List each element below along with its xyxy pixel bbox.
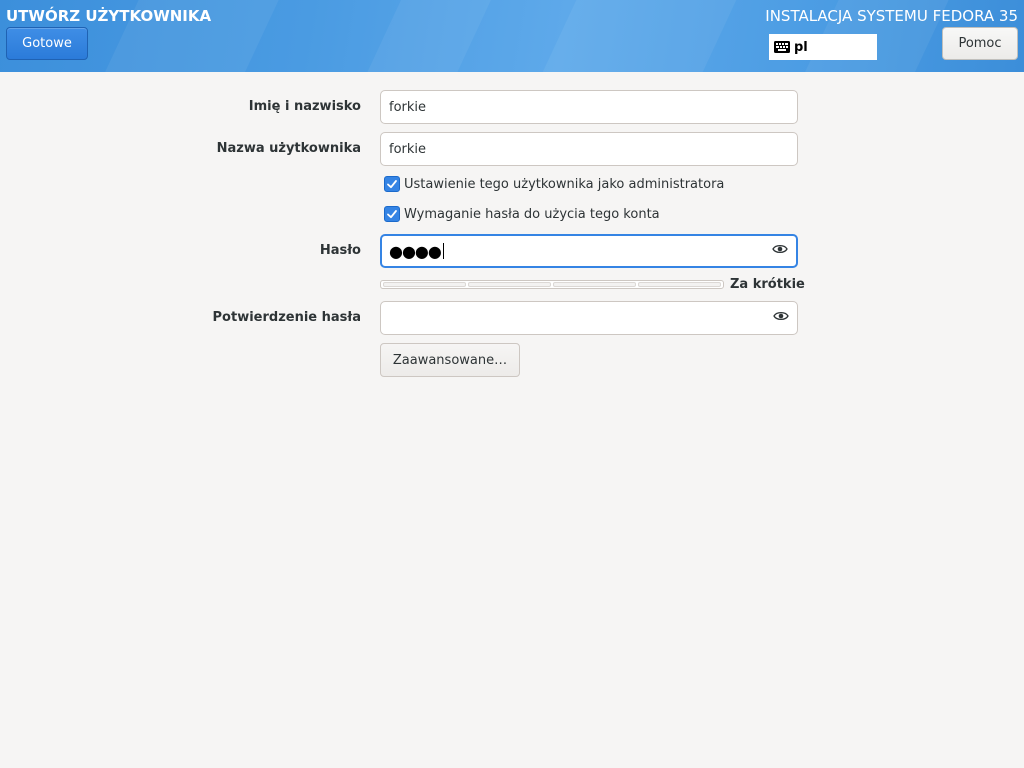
fullname-label: Imię i nazwisko: [248, 99, 361, 114]
require-password-label: Wymaganie hasła do użycia tego konta: [404, 206, 660, 222]
keyboard-layout-label: pl: [794, 39, 808, 55]
fullname-value: forkie: [389, 99, 427, 115]
advanced-button[interactable]: Zaawansowane…: [380, 343, 520, 377]
confirm-password-label: Potwierdzenie hasła: [212, 310, 361, 325]
admin-checkbox[interactable]: [384, 176, 400, 192]
eye-icon[interactable]: [772, 243, 788, 259]
text-cursor: [442, 243, 444, 259]
strength-segment: [383, 282, 466, 287]
spoke-title: UTWÓRZ UŻYTKOWNIKA: [6, 7, 212, 25]
username-input[interactable]: forkie: [380, 132, 798, 166]
admin-checkbox-label: Ustawienie tego użytkownika jako adminis…: [404, 176, 725, 192]
done-button[interactable]: Gotowe: [6, 27, 88, 60]
confirm-password-input[interactable]: [380, 301, 798, 335]
password-input[interactable]: ●●●●: [380, 234, 798, 268]
password-label: Hasło: [319, 243, 361, 258]
username-label: Nazwa użytkownika: [216, 141, 361, 156]
fullname-input[interactable]: forkie: [380, 90, 798, 124]
password-value: ●●●●: [389, 241, 442, 261]
strength-segment: [638, 282, 721, 287]
checkmark-icon: [387, 210, 397, 219]
product-title: INSTALACJA SYSTEMU FEDORA 35: [765, 7, 1018, 25]
keyboard-icon: [774, 41, 790, 53]
username-value: forkie: [389, 141, 427, 157]
require-password-row[interactable]: Wymaganie hasła do użycia tego konta: [384, 206, 660, 222]
require-password-checkbox[interactable]: [384, 206, 400, 222]
help-button[interactable]: Pomoc: [942, 27, 1018, 60]
password-strength-bar: [380, 280, 724, 289]
header-decoration: [529, 0, 751, 72]
password-strength-label: Za krótkie: [730, 277, 805, 292]
checkmark-icon: [387, 180, 397, 189]
keyboard-layout-indicator[interactable]: pl: [769, 34, 877, 60]
header-bar: UTWÓRZ UŻYTKOWNIKA Gotowe INSTALACJA SYS…: [0, 0, 1024, 72]
strength-segment: [468, 282, 551, 287]
admin-checkbox-row[interactable]: Ustawienie tego użytkownika jako adminis…: [384, 176, 724, 192]
eye-icon[interactable]: [773, 310, 789, 326]
strength-segment: [553, 282, 636, 287]
header-decoration: [354, 0, 496, 72]
